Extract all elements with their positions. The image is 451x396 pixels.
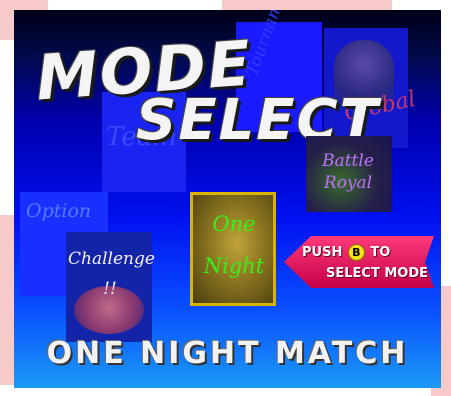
hint-push-line: PUSH B TO xyxy=(302,244,390,261)
mode-card-battle-royal[interactable]: Battle Royal xyxy=(306,136,392,212)
game-screen: Tournament Global Team MODE SELECT Battl… xyxy=(14,10,441,388)
mode-card-one-night[interactable]: One Night xyxy=(190,192,276,306)
mode-label-challenge: Challenge !! xyxy=(68,249,155,299)
mode-label-one-night: One Night xyxy=(203,212,265,278)
mode-label-battle-royal: Battle Royal xyxy=(322,151,374,193)
hint-push-label: PUSH xyxy=(302,245,343,260)
mode-label-option: Option xyxy=(26,200,92,222)
b-button-icon: B xyxy=(347,244,365,261)
mode-card-challenge[interactable]: Challenge !! xyxy=(66,232,155,342)
selected-mode-name: ONE NIGHT MATCH xyxy=(46,336,409,371)
hint-to-label: TO xyxy=(370,245,391,260)
hint-select-mode: SELECT MODE xyxy=(326,266,429,281)
